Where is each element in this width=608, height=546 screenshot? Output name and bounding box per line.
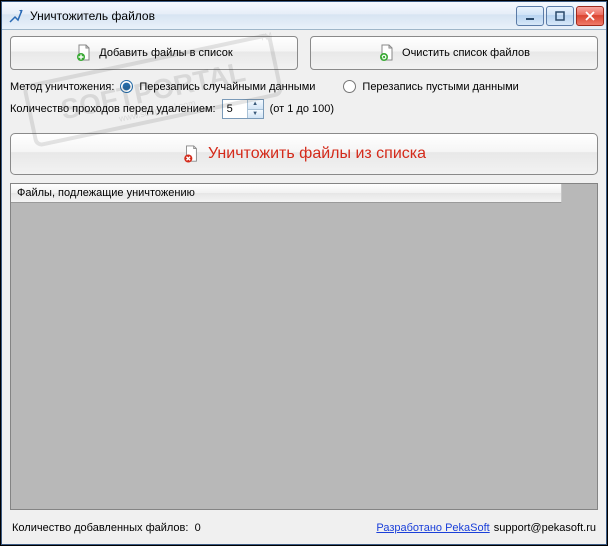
top-button-row: Добавить файлы в список Очистить список …: [10, 36, 598, 70]
method-random-label[interactable]: Перезапись случайными данными: [139, 81, 315, 93]
add-files-button[interactable]: Добавить файлы в список: [10, 36, 298, 70]
passes-row: Количество проходов перед удалением: ▲ ▼…: [10, 99, 598, 119]
add-files-label: Добавить файлы в список: [99, 47, 232, 59]
window-frame: Уничтожитель файлов SOFTPORTAL www.: [0, 0, 608, 546]
clear-list-label: Очистить список файлов: [402, 47, 530, 59]
method-empty-radio[interactable]: [343, 80, 356, 93]
passes-spinner[interactable]: ▲ ▼: [222, 99, 264, 119]
spinner-up[interactable]: ▲: [248, 100, 263, 110]
passes-range: (от 1 до 100): [270, 103, 334, 115]
statusbar: Количество добавленных файлов: 0 Разрабо…: [10, 518, 598, 538]
method-label: Метод уничтожения:: [10, 81, 114, 93]
support-email: support@pekasoft.ru: [494, 522, 596, 534]
app-icon: [8, 8, 24, 24]
passes-label: Количество проходов перед удалением:: [10, 103, 216, 115]
spinner-down[interactable]: ▼: [248, 110, 263, 119]
status-count: Количество добавленных файлов: 0: [12, 522, 372, 534]
document-add-icon: [75, 44, 93, 62]
clear-list-button[interactable]: Очистить список файлов: [310, 36, 598, 70]
developer-link[interactable]: Разработано PekaSoft: [376, 522, 489, 534]
destroy-button[interactable]: Уничтожить файлы из списка: [10, 133, 598, 175]
close-button[interactable]: [576, 6, 604, 26]
window-inner: Уничтожитель файлов SOFTPORTAL www.: [1, 1, 607, 545]
document-refresh-icon: [378, 44, 396, 62]
passes-input[interactable]: [223, 100, 247, 118]
list-column-header[interactable]: Файлы, подлежащие уничтожению: [11, 184, 562, 203]
method-empty-label[interactable]: Перезапись пустыми данными: [362, 81, 518, 93]
titlebar: Уничтожитель файлов: [2, 2, 606, 30]
client-area: SOFTPORTAL www.softportal.com TM: [2, 30, 606, 544]
maximize-button[interactable]: [546, 6, 574, 26]
destroy-label: Уничтожить файлы из списка: [208, 145, 426, 163]
status-count-label: Количество добавленных файлов:: [12, 522, 188, 534]
document-delete-icon: [182, 145, 200, 163]
method-random-radio[interactable]: [120, 80, 133, 93]
window-title: Уничтожитель файлов: [30, 9, 516, 23]
method-row: Метод уничтожения: Перезапись случайными…: [10, 80, 598, 93]
minimize-button[interactable]: [516, 6, 544, 26]
window-controls: [516, 6, 604, 26]
spinner-arrows: ▲ ▼: [247, 100, 263, 118]
options-area: Метод уничтожения: Перезапись случайными…: [10, 80, 598, 125]
file-list[interactable]: Файлы, подлежащие уничтожению: [10, 183, 598, 510]
status-count-value: 0: [195, 522, 201, 534]
